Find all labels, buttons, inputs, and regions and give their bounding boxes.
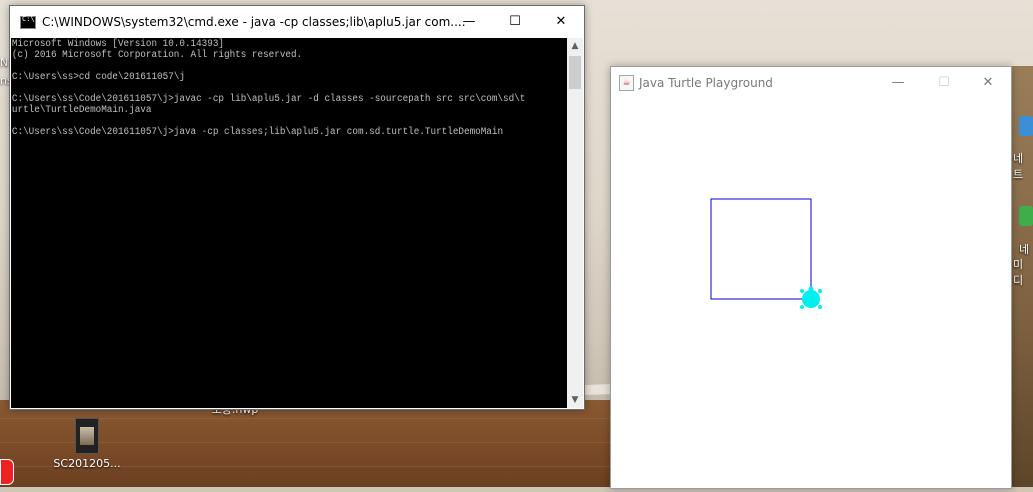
- console-output[interactable]: Microsoft Windows [Version 10.0.14393] (…: [11, 38, 567, 408]
- turtle-window-title: Java Turtle Playground: [639, 76, 773, 90]
- desktop-label-fragment: 네트: [1013, 152, 1024, 181]
- minimize-button[interactable]: —: [875, 67, 921, 98]
- desktop-label-fragment: 미디: [1013, 258, 1024, 287]
- desktop-label-fragment: 네: [1019, 243, 1030, 256]
- desktop-icon-screenshot[interactable]: SC201205...: [52, 418, 122, 470]
- turtle-titlebar[interactable]: ☕ Java Turtle Playground — ☐ ✕: [611, 67, 1011, 98]
- close-button[interactable]: ✕: [538, 6, 584, 37]
- app-shortcut-icon[interactable]: [0, 459, 14, 485]
- scroll-down-arrow-icon[interactable]: ▼: [567, 392, 583, 408]
- console-text: Microsoft Windows [Version 10.0.14393] (…: [11, 39, 526, 138]
- vertical-scrollbar[interactable]: ▲ ▼: [567, 38, 583, 408]
- desktop-label-fragment: N: [0, 56, 9, 69]
- cmd-app-icon[interactable]: [20, 15, 36, 29]
- turtle-drawing: [710, 198, 822, 309]
- turtle-icon: [800, 286, 822, 309]
- close-button[interactable]: ✕: [965, 67, 1011, 98]
- network-icon[interactable]: [1019, 116, 1033, 136]
- scrollbar-thumb[interactable]: [569, 56, 581, 89]
- image-file-icon: [75, 418, 99, 454]
- minimize-button[interactable]: —: [446, 6, 492, 37]
- maximize-button: ☐: [938, 75, 950, 90]
- scroll-up-arrow-icon[interactable]: ▲: [567, 38, 583, 54]
- turtle-playground-window[interactable]: ☕ Java Turtle Playground — ☐ ✕: [610, 66, 1012, 489]
- desktop-icon-label: SC201205...: [53, 457, 121, 470]
- turtle-canvas[interactable]: [611, 98, 1011, 488]
- maximize-button[interactable]: ☐: [492, 6, 538, 37]
- media-icon[interactable]: [1019, 206, 1033, 226]
- turtle-path-square: [710, 198, 812, 300]
- cmd-titlebar[interactable]: C:\WINDOWS\system32\cmd.exe - java -cp c…: [10, 6, 584, 38]
- cmd-window[interactable]: C:\WINDOWS\system32\cmd.exe - java -cp c…: [9, 5, 585, 410]
- java-app-icon[interactable]: ☕: [619, 75, 634, 91]
- cmd-window-title: C:\WINDOWS\system32\cmd.exe - java -cp c…: [42, 15, 466, 29]
